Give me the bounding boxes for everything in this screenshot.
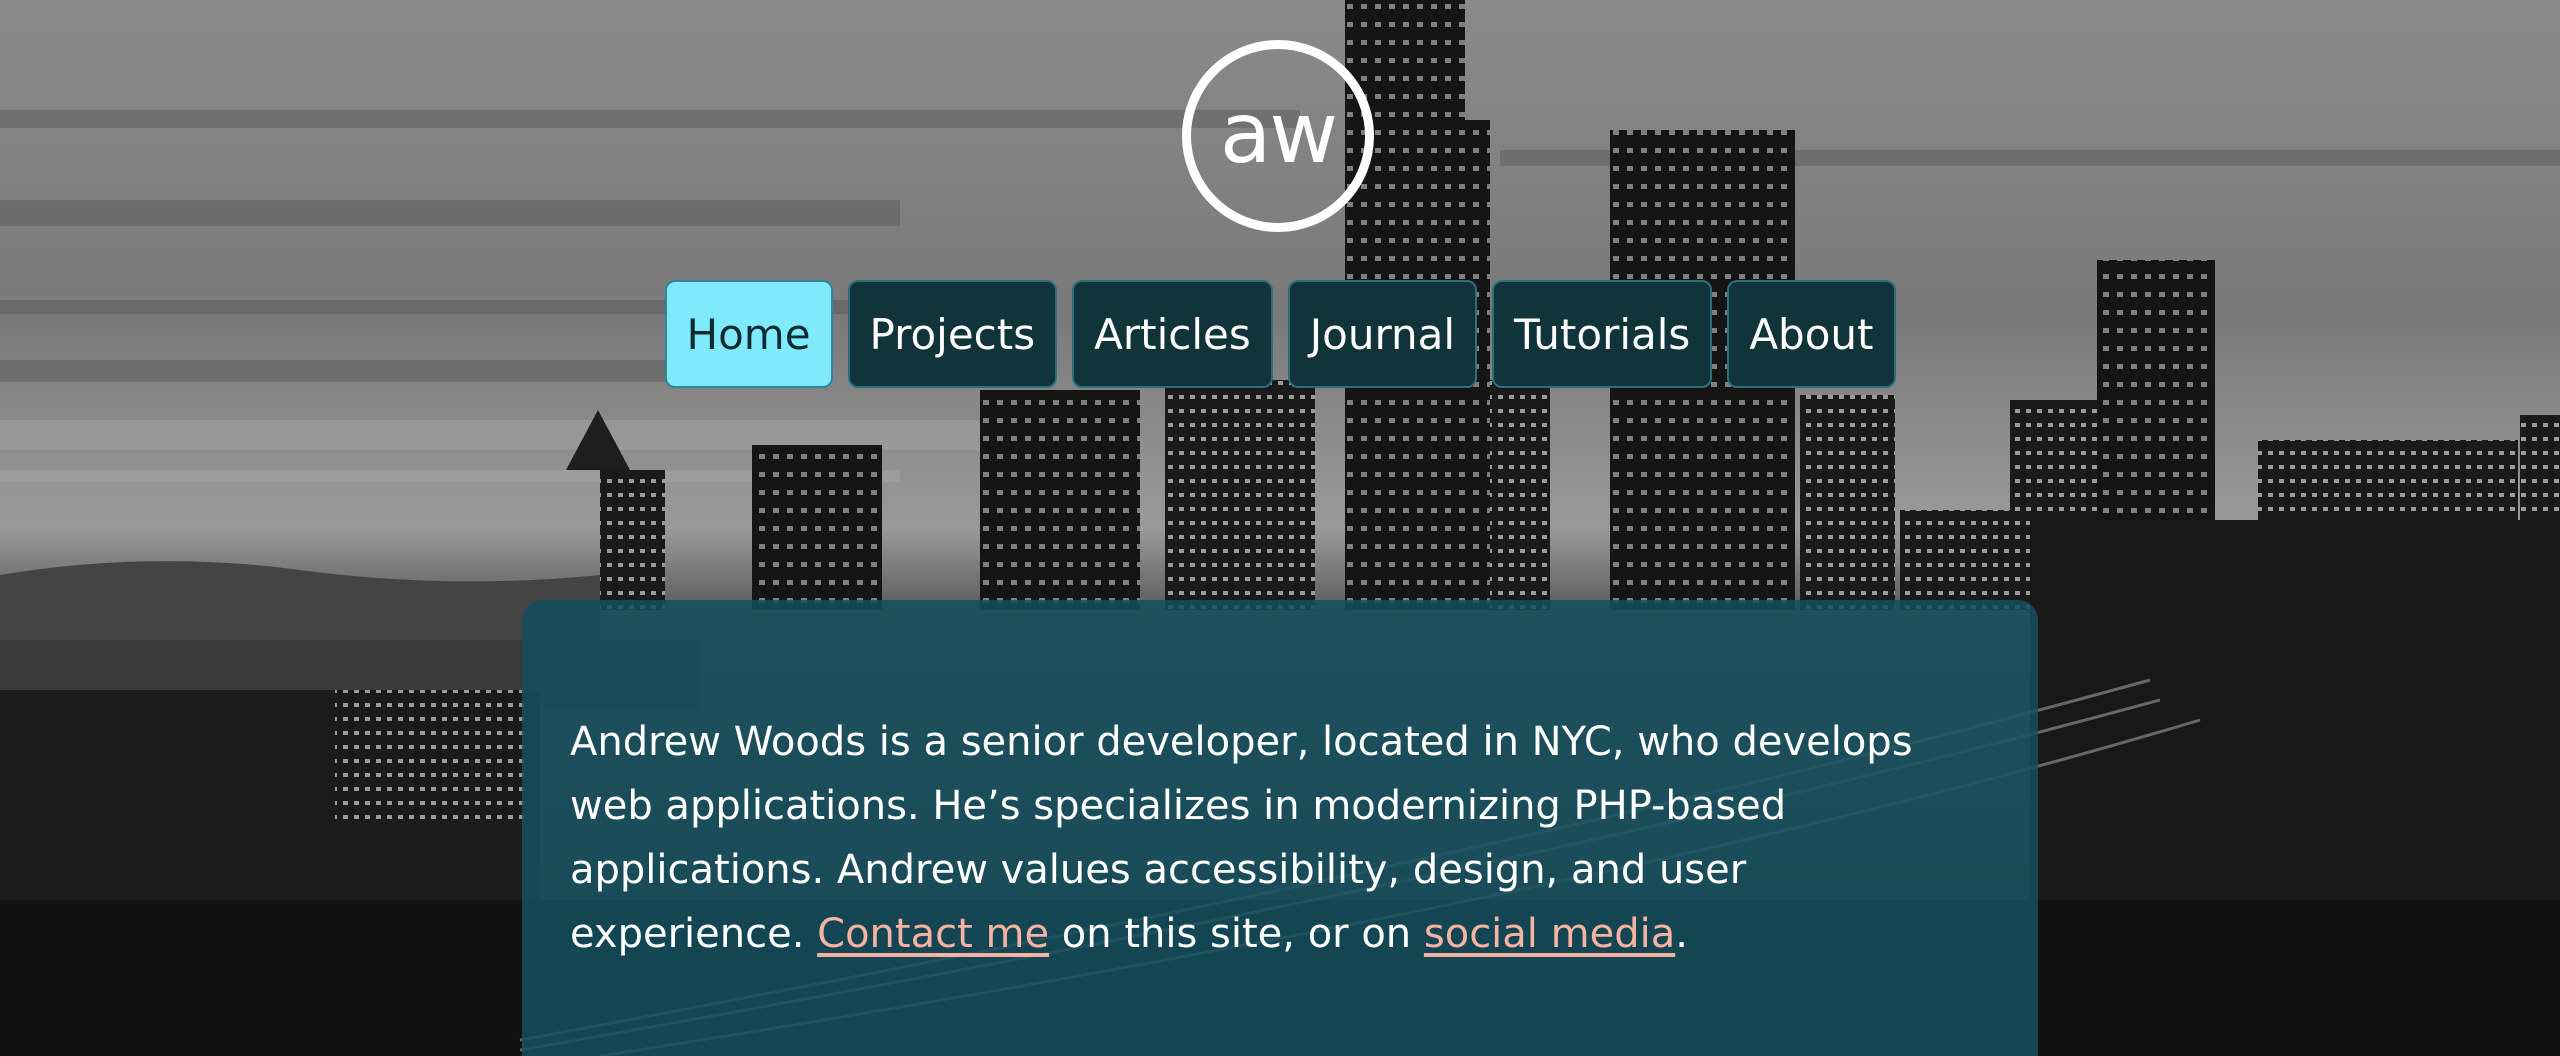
logo-circle[interactable]: aw <box>1182 40 1374 232</box>
nav-projects[interactable]: Projects <box>847 280 1058 388</box>
nav-about[interactable]: About <box>1727 280 1896 388</box>
contact-link[interactable]: Contact me <box>817 911 1049 957</box>
bio-text-2: on this site, or on <box>1049 911 1424 957</box>
nav-journal[interactable]: Journal <box>1287 280 1478 388</box>
main-nav: Home Projects Articles Journal Tutorials… <box>0 280 2560 388</box>
social-media-link[interactable]: social media <box>1424 911 1675 957</box>
bio-text-3: . <box>1675 911 1688 957</box>
nav-home[interactable]: Home <box>664 280 833 388</box>
nav-articles[interactable]: Articles <box>1072 280 1273 388</box>
bio-paragraph: Andrew Woods is a senior developer, loca… <box>570 710 1990 966</box>
intro-panel: Andrew Woods is a senior developer, loca… <box>522 600 2038 1056</box>
logo-text: aw <box>1219 84 1338 182</box>
nav-tutorials[interactable]: Tutorials <box>1492 280 1713 388</box>
